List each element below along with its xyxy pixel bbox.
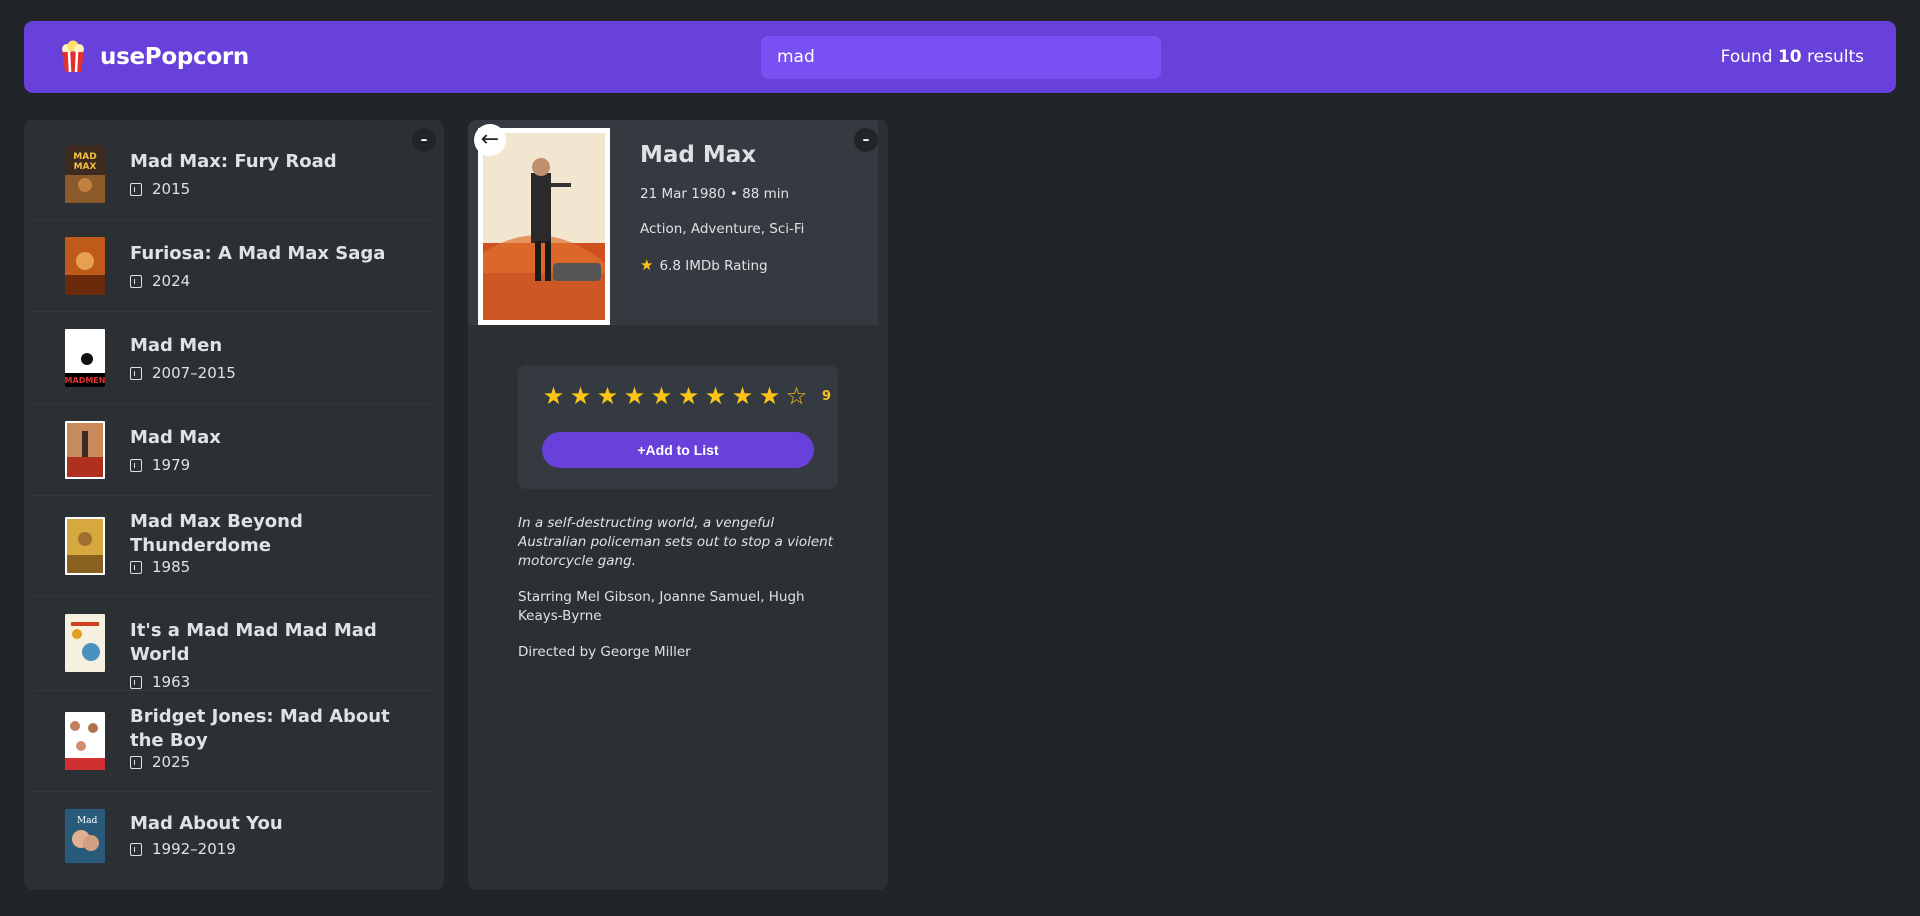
rating-star-2[interactable]: ★	[567, 383, 594, 410]
rating-value: 9	[822, 389, 832, 404]
movie-item[interactable]: It's a Mad Mad Mad Mad World 1963	[34, 597, 436, 691]
calendar-icon	[130, 755, 142, 769]
rating-star-9[interactable]: ★	[756, 383, 783, 410]
movie-item[interactable]: Furiosa: A Mad Max Saga 2024	[34, 220, 436, 312]
collapse-details-button[interactable]: –	[854, 128, 878, 152]
collapse-list-button[interactable]: –	[412, 128, 436, 152]
star-icon: ★	[640, 256, 654, 274]
movie-item[interactable]: Mad Mad About You 1992–2019	[34, 792, 436, 884]
calendar-icon	[130, 182, 142, 196]
app-name: usePopcorn	[100, 44, 249, 70]
details-release-runtime: 21 Mar 1980 • 88 min	[640, 186, 790, 202]
movie-year: 2024	[152, 272, 191, 290]
movie-list: MAD MAX Mad Max: Fury Road 2015 Furiosa:…	[24, 120, 444, 884]
details-info: Mad Max 21 Mar 1980 • 88 min Action, Adv…	[640, 142, 804, 274]
svg-text:MAD: MAD	[73, 152, 96, 162]
movie-title: Mad Max Beyond Thunderdome	[130, 511, 303, 556]
calendar-icon	[130, 675, 142, 689]
calendar-icon	[130, 560, 142, 574]
add-to-list-button[interactable]: +Add to List	[542, 432, 814, 468]
results-number: 10	[1777, 47, 1802, 67]
rating-star-1[interactable]: ★	[540, 383, 567, 410]
logo: usePopcorn	[58, 40, 458, 74]
results-count: Found 10 results	[1720, 47, 1864, 67]
details-poster	[478, 128, 610, 325]
movie-list-box: – MAD MAX Mad Max: Fury Road 2015 Furios…	[24, 120, 444, 890]
svg-text:Mad: Mad	[77, 816, 98, 826]
details-starring: Starring Mel Gibson, Joanne Samuel, Hugh…	[518, 589, 805, 624]
details-header: ← Mad Max 21 Mar 1980 • 88 min Action, A…	[468, 120, 878, 325]
rating-star-4[interactable]: ★	[621, 383, 648, 410]
movie-item[interactable]: Bridget Jones: Mad About the Boy 2025	[34, 691, 436, 792]
details-plot-section: In a self-destructing world, a vengeful …	[518, 514, 838, 679]
movie-year: 1992–2019	[152, 840, 236, 858]
movie-poster: Mad	[65, 809, 105, 863]
calendar-icon	[130, 458, 142, 472]
movie-title: Mad Max	[130, 427, 221, 448]
details-plot: In a self-destructing world, a vengeful …	[518, 515, 834, 569]
movie-title: It's a Mad Mad Mad Mad World	[130, 620, 377, 665]
star-rating: ★ ★ ★ ★ ★ ★ ★ ★ ★ ☆ 9	[540, 383, 831, 410]
movie-year: 1979	[152, 456, 191, 474]
details-imdb-rating: ★ 6.8 IMDb Rating	[640, 256, 768, 274]
calendar-icon	[130, 366, 142, 380]
movie-title: Mad About You	[130, 813, 283, 834]
details-genres: Action, Adventure, Sci-Fi	[640, 221, 805, 237]
movie-item[interactable]: Mad Max Beyond Thunderdome 1985	[34, 496, 436, 597]
movie-year: 1985	[152, 558, 191, 576]
movie-title: Mad Max: Fury Road	[130, 151, 337, 172]
popcorn-icon	[62, 40, 84, 73]
calendar-icon	[130, 274, 142, 288]
movie-year: 2007–2015	[152, 364, 236, 382]
movie-poster	[65, 237, 105, 295]
details-poster-image	[483, 133, 605, 320]
rating-star-7[interactable]: ★	[702, 383, 729, 410]
movie-item[interactable]: MADMEN Mad Men 2007–2015	[34, 312, 436, 404]
movie-poster: MADMEN	[65, 329, 105, 387]
back-button[interactable]: ←	[474, 124, 506, 156]
movie-year: 1963	[152, 673, 191, 691]
svg-text:MAX: MAX	[74, 162, 97, 172]
movie-title: Bridget Jones: Mad About the Boy	[130, 706, 390, 751]
rating-star-3[interactable]: ★	[594, 383, 621, 410]
movie-poster	[65, 421, 105, 479]
rating-star-5[interactable]: ★	[648, 383, 675, 410]
svg-text:MADMEN: MADMEN	[65, 376, 105, 385]
rating-box: ★ ★ ★ ★ ★ ★ ★ ★ ★ ☆ 9 +Add to List	[518, 365, 838, 489]
details-title: Mad Max	[640, 142, 757, 168]
movie-year: 2015	[152, 180, 191, 198]
movie-poster	[65, 517, 105, 575]
movie-title: Mad Men	[130, 335, 223, 356]
movie-item[interactable]: MAD MAX Mad Max: Fury Road 2015	[34, 128, 436, 220]
rating-star-10[interactable]: ☆	[783, 383, 810, 410]
movie-item[interactable]: Mad Max 1979	[34, 404, 436, 496]
movie-poster: MAD MAX	[65, 145, 105, 203]
calendar-icon	[130, 842, 142, 856]
search-input[interactable]	[761, 35, 1161, 79]
movie-year: 2025	[152, 753, 191, 771]
rating-star-6[interactable]: ★	[675, 383, 702, 410]
movie-title: Furiosa: A Mad Max Saga	[130, 243, 386, 264]
movie-poster	[65, 712, 105, 770]
movie-poster	[65, 614, 105, 672]
rating-star-8[interactable]: ★	[729, 383, 756, 410]
details-director: Directed by George Miller	[518, 644, 691, 660]
nav-bar: usePopcorn Found 10 results	[24, 21, 1896, 93]
movie-details-box: – ← Mad Max 21 Mar 1980 • 88 min Action,…	[468, 120, 888, 890]
